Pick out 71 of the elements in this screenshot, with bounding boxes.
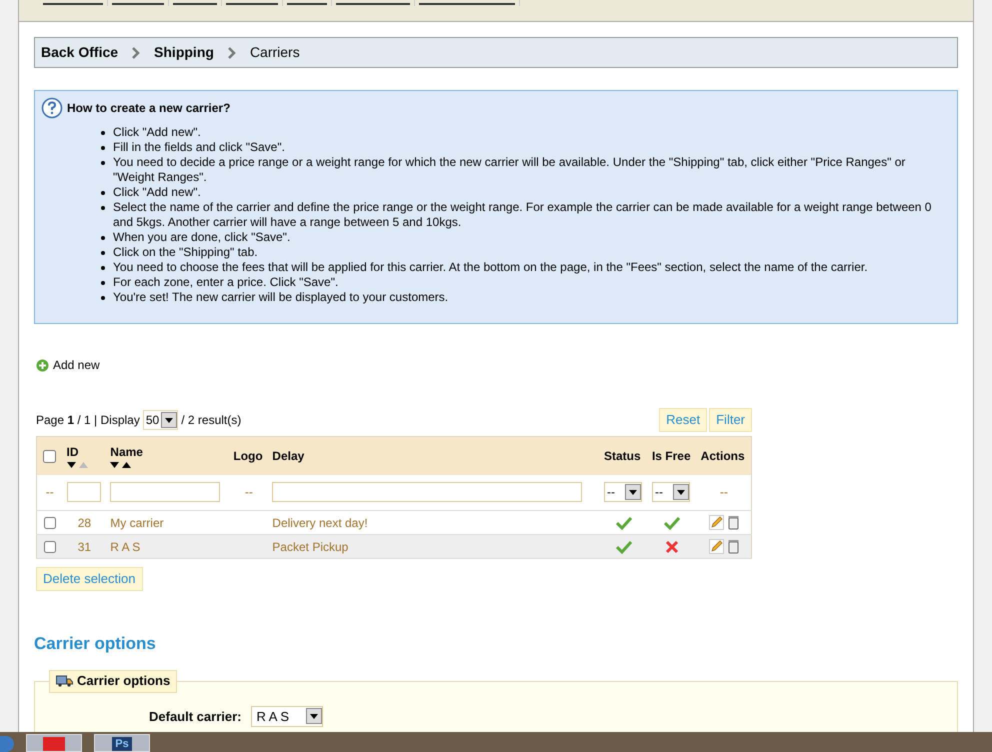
start-orb-icon[interactable] bbox=[0, 736, 14, 752]
help-step: When you are done, click "Save". bbox=[113, 230, 290, 245]
filter-empty: -- bbox=[244, 485, 253, 500]
chevron-icon bbox=[228, 46, 236, 58]
plus-icon bbox=[36, 358, 49, 372]
breadcrumb-item: Carriers bbox=[250, 43, 300, 62]
name-cell: My carrier bbox=[106, 510, 230, 534]
per-page-select[interactable]: 50 bbox=[142, 410, 178, 430]
legend-text: Carrier options bbox=[77, 672, 170, 690]
pagination-text: Page 1 / 1 | Display bbox=[36, 412, 140, 429]
bullet-icon bbox=[101, 146, 105, 150]
help-step: Select the name of the carrier and define the price range or the weight range. For example the carrier can be made available for a weight range between 0 and 5kgs. Another carrier will have a range between 5 and 10kgs. bbox=[113, 200, 941, 230]
help-step: You're set! The new carrier will be displayed to your customers. bbox=[113, 290, 448, 305]
help-step: For each zone, enter a price. Click "Save". bbox=[113, 275, 338, 290]
id-filter-field[interactable] bbox=[66, 482, 100, 502]
name-cell: R A S bbox=[106, 534, 230, 558]
breadcrumb-item[interactable]: Back Office bbox=[41, 42, 118, 63]
edit-pencil-icon[interactable] bbox=[708, 539, 724, 554]
bullet-icon bbox=[101, 266, 105, 270]
select-all-checkbox[interactable] bbox=[43, 450, 56, 464]
filter-select[interactable]: -- bbox=[604, 482, 642, 502]
help-step: Click "Add new". bbox=[113, 125, 201, 140]
taskbar-app[interactable]: Ps bbox=[94, 734, 150, 752]
trash-icon[interactable] bbox=[728, 539, 739, 554]
column-header: Status bbox=[604, 448, 642, 465]
help-step: Fill in the fields and click "Save". bbox=[113, 140, 285, 155]
delay-cell: Delivery next day! bbox=[268, 510, 600, 534]
filter-empty: -- bbox=[720, 485, 728, 500]
column-header: Delay bbox=[272, 448, 306, 465]
column-header: Name bbox=[110, 444, 144, 461]
photo-editor-icon: Ps bbox=[112, 737, 132, 751]
field-label: Default carrier: bbox=[149, 708, 242, 726]
default-carrier-select[interactable]: R A S bbox=[251, 706, 324, 727]
bullet-icon bbox=[101, 206, 105, 210]
bullet-icon bbox=[101, 296, 105, 300]
column-header: ID bbox=[66, 444, 80, 461]
add-new-link[interactable]: Add new bbox=[36, 356, 100, 374]
help-step: Click on the "Shipping" tab. bbox=[113, 245, 258, 260]
column-header: Is Free bbox=[652, 448, 692, 465]
bullet-icon bbox=[101, 191, 105, 195]
bullet-icon bbox=[101, 161, 105, 165]
chevron-icon bbox=[132, 46, 140, 58]
bullet-icon bbox=[101, 131, 105, 135]
help-step: You need to decide a price range or a weight range for which the new carrier will be available. Under the "Shipping" tab, click either "Price Ranges" or "Weight Ranges". bbox=[113, 155, 941, 185]
filter-select[interactable]: -- bbox=[652, 482, 690, 502]
edit-pencil-icon[interactable] bbox=[708, 515, 724, 530]
taskbar-app[interactable] bbox=[26, 734, 82, 752]
name-filter-field[interactable] bbox=[110, 482, 220, 502]
sort-arrows-icon[interactable] bbox=[110, 460, 132, 469]
section-title: Carrier options bbox=[34, 633, 157, 655]
row-checkbox[interactable] bbox=[44, 517, 56, 530]
help-title: How to create a new carrier? bbox=[67, 100, 230, 117]
id-cell: 31 bbox=[62, 534, 106, 558]
help-step: Click "Add new". bbox=[113, 185, 201, 200]
sort-arrows-icon[interactable] bbox=[66, 460, 88, 469]
column-header: Actions bbox=[700, 448, 746, 465]
breadcrumb-item[interactable]: Shipping bbox=[154, 42, 214, 63]
row-checkbox[interactable] bbox=[44, 541, 56, 554]
trash-icon[interactable] bbox=[728, 515, 739, 530]
bullet-icon bbox=[101, 281, 105, 285]
bullet-icon bbox=[101, 236, 105, 240]
column-header: Logo bbox=[233, 448, 264, 465]
results-count: / 2 result(s) bbox=[181, 412, 242, 429]
help-step: You need to choose the fees that will be applied for this carrier. At the bottom on the page, in the "Fees" section, select the name of the carrier. bbox=[113, 260, 868, 275]
delay-filter-field[interactable] bbox=[272, 482, 582, 502]
truck-icon bbox=[56, 675, 73, 687]
delay-cell: Packet Pickup bbox=[268, 534, 600, 558]
bullet-icon bbox=[101, 251, 105, 255]
help-icon bbox=[41, 97, 63, 119]
id-cell: 28 bbox=[62, 510, 106, 534]
filter-empty: -- bbox=[46, 485, 54, 500]
